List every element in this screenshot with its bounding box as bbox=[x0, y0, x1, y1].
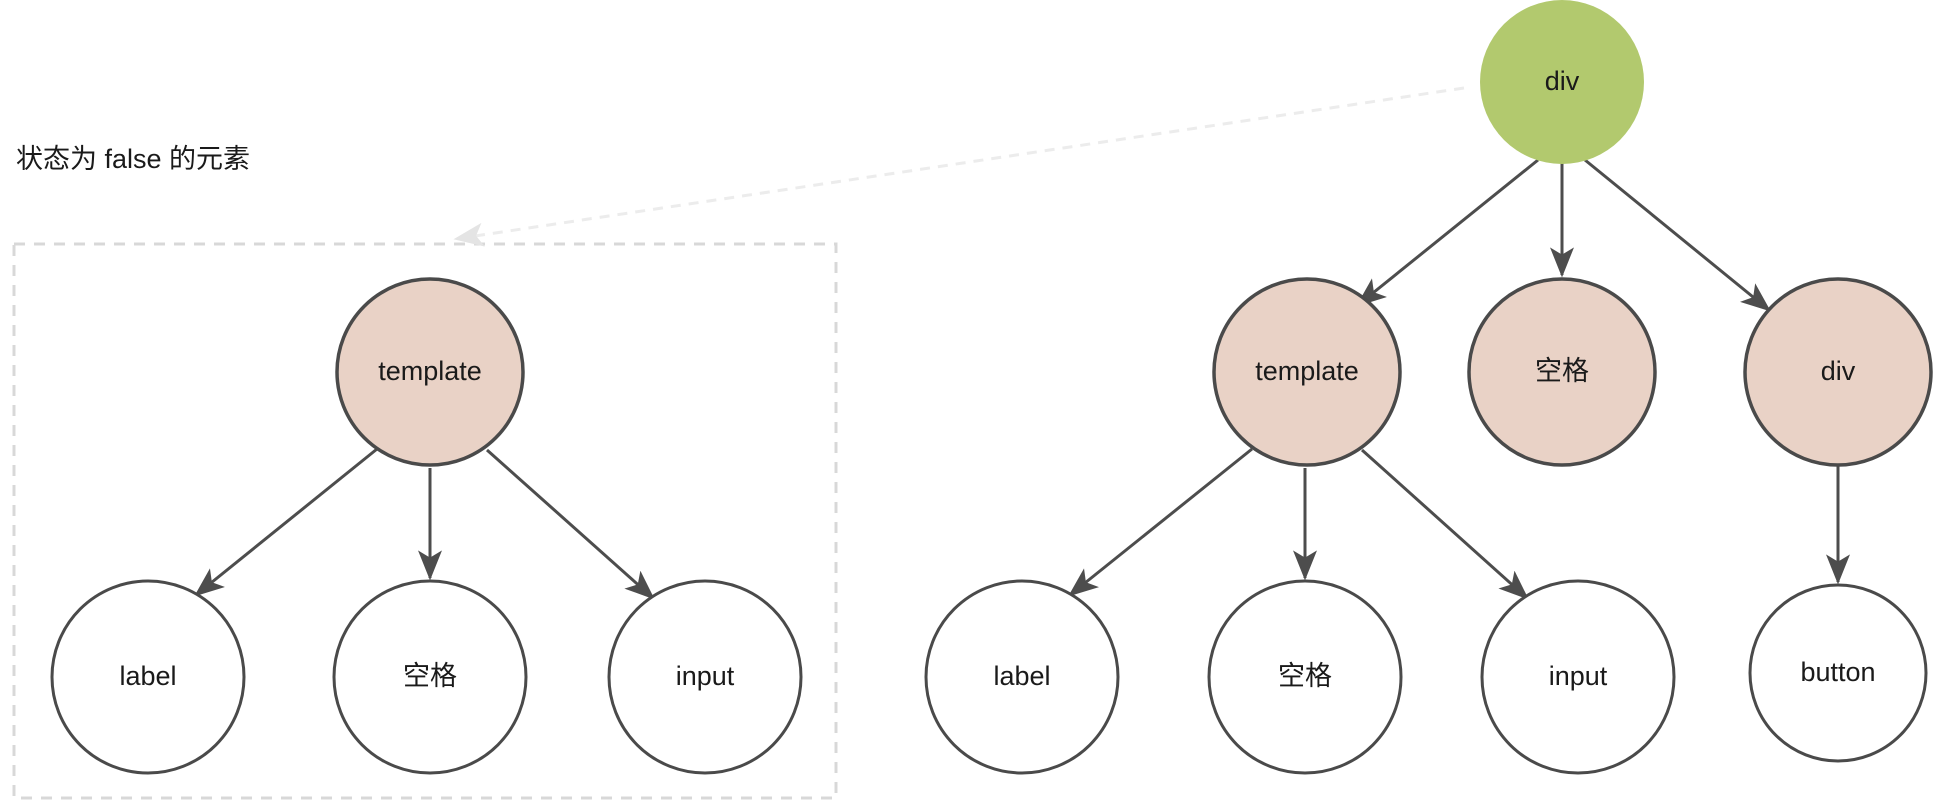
node-left-space[interactable]: 空格 bbox=[332, 579, 528, 775]
node-label-right-input: input bbox=[1549, 661, 1608, 691]
annotation-edge-layer bbox=[453, 86, 1465, 247]
node-label-right-button: button bbox=[1800, 657, 1875, 687]
node-left-template[interactable]: template bbox=[335, 277, 525, 467]
edge-right-template-to-right-label bbox=[1068, 447, 1253, 597]
node-label-right-div: div bbox=[1821, 356, 1856, 386]
node-label-left-template: template bbox=[378, 356, 482, 386]
node-root-div[interactable]: div bbox=[1480, 0, 1644, 164]
node-layer: div template label 空格 input template 空格 div labe… bbox=[50, 0, 1933, 775]
node-right-label[interactable]: label bbox=[924, 579, 1120, 775]
node-right-space-leaf[interactable]: 空格 bbox=[1207, 579, 1403, 775]
node-right-div[interactable]: div bbox=[1743, 277, 1933, 467]
node-left-input[interactable]: input bbox=[607, 579, 803, 775]
node-left-label[interactable]: label bbox=[50, 579, 246, 775]
node-right-template[interactable]: template bbox=[1212, 277, 1402, 467]
node-right-space-mid[interactable]: 空格 bbox=[1467, 277, 1657, 467]
edge-left-template-to-left-input bbox=[486, 448, 655, 600]
node-right-input[interactable]: input bbox=[1480, 579, 1676, 775]
dom-tree-diagram: 状态为 false 的元素 div template label 空格 input tem… bbox=[0, 0, 1948, 808]
annotation-edge-root-to-group bbox=[453, 86, 1465, 247]
node-label-right-template: template bbox=[1255, 356, 1359, 386]
false-state-group-caption: 状态为 false 的元素 bbox=[16, 144, 250, 174]
edge-right-template-to-right-input bbox=[1360, 448, 1529, 600]
node-label-right-label: label bbox=[993, 661, 1050, 691]
node-label-left-label: label bbox=[119, 661, 176, 691]
node-label-left-space: 空格 bbox=[403, 661, 457, 691]
node-label-right-space-leaf: 空格 bbox=[1278, 661, 1332, 691]
node-label-right-space-mid: 空格 bbox=[1535, 356, 1589, 386]
node-label-root-div: div bbox=[1545, 66, 1580, 96]
node-label-left-input: input bbox=[676, 661, 735, 691]
node-right-button[interactable]: button bbox=[1748, 583, 1928, 763]
edge-left-template-to-left-label bbox=[194, 447, 378, 597]
diagram-canvas: 状态为 false 的元素 div template label 空格 input tem… bbox=[12, 0, 1933, 800]
edge-root-div-to-right-div bbox=[1584, 158, 1771, 312]
edge-root-div-to-right-template bbox=[1356, 158, 1539, 307]
